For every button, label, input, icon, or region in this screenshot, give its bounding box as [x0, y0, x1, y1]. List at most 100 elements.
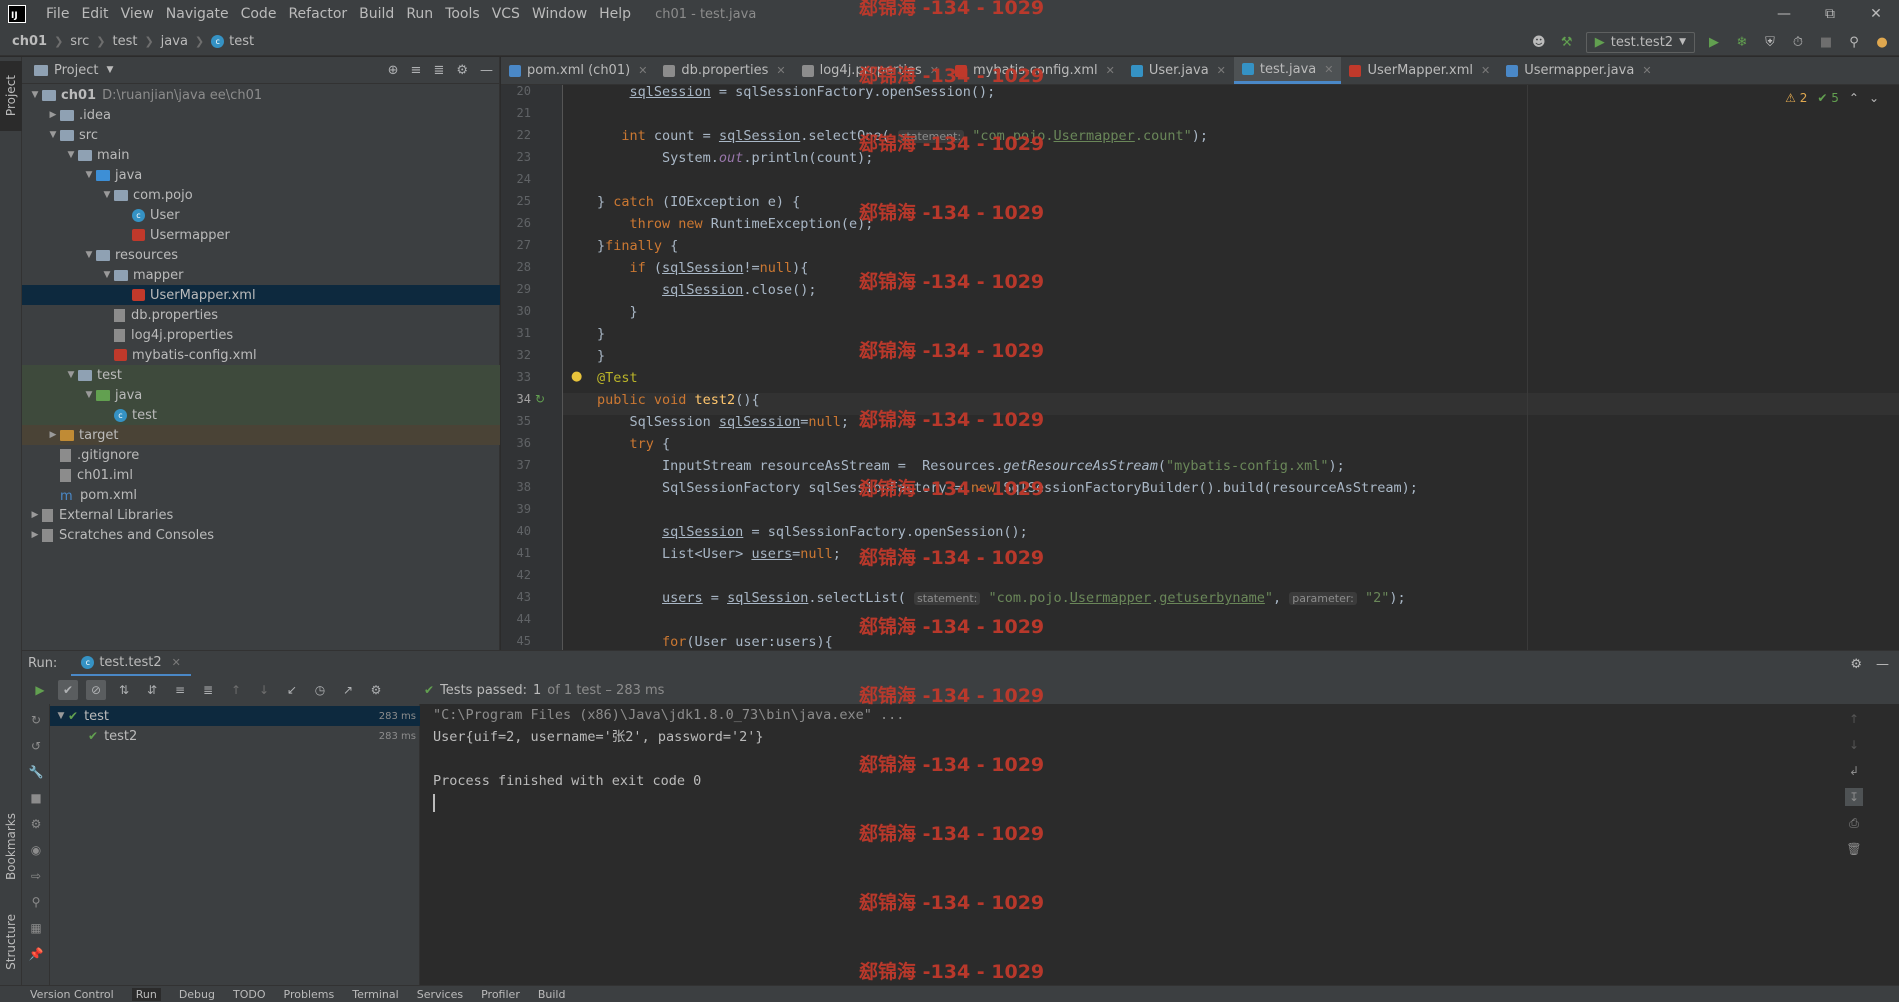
hammer-icon[interactable]: ⚒	[1558, 33, 1576, 51]
show-ignored-icon[interactable]: ⊘	[86, 680, 106, 700]
tool-services[interactable]: Services	[417, 988, 463, 1001]
scroll-to-end-icon[interactable]: ↧	[1845, 788, 1863, 806]
expand-all-icon[interactable]: ≡	[170, 680, 190, 700]
soft-wrap-icon[interactable]: ↲	[1845, 762, 1863, 780]
tree-item[interactable]: ▶ .idea	[22, 105, 500, 125]
chevron-down-icon[interactable]: ▼	[64, 150, 78, 160]
locate-icon[interactable]: ⊕	[388, 63, 399, 78]
test-tree-row-test2[interactable]: ✔ test2 283 ms	[50, 726, 420, 746]
import-tests-icon[interactable]: ↙	[282, 680, 302, 700]
code-editor[interactable]: 20 21 22 23 24 25 26 27 28 29 30 31 32 33 34 35 36 37 38 39…	[501, 85, 1899, 650]
editor-tab[interactable]: UserMapper.xml ✕	[1341, 57, 1498, 84]
trash-icon[interactable]: 🗑	[1845, 840, 1863, 858]
tree-item[interactable]: ▼ test	[22, 365, 500, 385]
run-configuration-select[interactable]: ▶ test.test2 ▼	[1585, 31, 1695, 53]
wrench-icon[interactable]: 🔧	[26, 762, 46, 782]
tree-item[interactable]: ▼ src	[22, 125, 500, 145]
rerun-icon[interactable]: ▶	[30, 680, 50, 700]
sort-duration-icon[interactable]: ⇵	[142, 680, 162, 700]
debug-icon[interactable]: ❄	[1733, 33, 1751, 51]
close-icon[interactable]: ✕	[638, 64, 647, 77]
tool-todo[interactable]: TODO	[233, 988, 266, 1001]
close-icon[interactable]: ✕	[1106, 64, 1115, 77]
hide-icon[interactable]: —	[480, 63, 493, 78]
search-icon[interactable]: ⚲	[1845, 33, 1863, 51]
print-icon[interactable]: ⎙	[1845, 814, 1863, 832]
tree-item[interactable]: m pom.xml	[22, 485, 500, 505]
menu-refactor[interactable]: Refactor	[282, 0, 353, 28]
breadcrumb-src[interactable]: src	[70, 34, 89, 49]
pin-icon[interactable]: 📌	[26, 944, 46, 964]
tree-item[interactable]: ▼ resources	[22, 245, 500, 265]
tree-item[interactable]: ▼ ch01 D:\ruanjian\java ee\ch01	[22, 85, 500, 105]
layout-icon[interactable]: ▦	[26, 918, 46, 938]
chevron-down-icon[interactable]: ▼	[28, 90, 42, 100]
editor-tab[interactable]: test.java ✕	[1233, 57, 1342, 84]
expand-all-icon[interactable]: ≡	[411, 63, 422, 78]
menu-code[interactable]: Code	[235, 0, 283, 28]
breadcrumb-java[interactable]: java	[161, 34, 188, 49]
tree-item[interactable]: mybatis-config.xml	[22, 345, 500, 365]
chevron-down-icon[interactable]: ▼	[82, 390, 96, 400]
menu-edit[interactable]: Edit	[75, 0, 114, 28]
tree-item[interactable]: Usermapper	[22, 225, 500, 245]
rerun-failed-icon[interactable]: ↻	[26, 710, 46, 730]
arrow-up-icon[interactable]: ↑	[1845, 710, 1863, 728]
menu-run[interactable]: Run	[400, 0, 439, 28]
breadcrumb-test[interactable]: test	[112, 34, 137, 49]
profile-icon[interactable]: ⏱	[1789, 33, 1807, 51]
chevron-down-icon[interactable]: ▼	[82, 170, 96, 180]
tool-problems[interactable]: Problems	[284, 988, 335, 1001]
menu-file[interactable]: File	[40, 0, 75, 28]
chevron-down-icon[interactable]: ▼	[106, 65, 113, 75]
project-tool-tab[interactable]: Project	[0, 61, 22, 131]
tool-version-control[interactable]: Version Control	[30, 988, 114, 1001]
tree-item[interactable]: ch01.iml	[22, 465, 500, 485]
coverage-icon[interactable]: ⛨	[1761, 33, 1779, 51]
tree-item[interactable]: UserMapper.xml	[22, 285, 500, 305]
chevron-down-icon[interactable]: ▼	[100, 270, 114, 280]
camera-icon[interactable]: ◉	[26, 840, 46, 860]
tool-run[interactable]: Run	[131, 987, 161, 1001]
arrow-down-icon[interactable]: ↓	[1845, 736, 1863, 754]
menu-vcs[interactable]: VCS	[486, 0, 526, 28]
show-passed-icon[interactable]: ✔	[58, 680, 78, 700]
export-icon[interactable]: ↗	[338, 680, 358, 700]
tree-item[interactable]: ▼ java	[22, 385, 500, 405]
chevron-down-icon[interactable]: ▼	[82, 250, 96, 260]
sort-alpha-icon[interactable]: ⇅	[114, 680, 134, 700]
chevron-right-icon[interactable]: ▶	[28, 530, 42, 540]
close-icon[interactable]: ✕	[776, 64, 785, 77]
toggle-auto-test-icon[interactable]: ↺	[26, 736, 46, 756]
search-icon[interactable]: ⚲	[26, 892, 46, 912]
structure-tool-tab[interactable]: Structure	[0, 902, 22, 982]
menu-build[interactable]: Build	[353, 0, 400, 28]
close-icon[interactable]: ✕	[1217, 64, 1226, 77]
breadcrumb-test-class[interactable]: test	[229, 34, 254, 49]
tool-debug[interactable]: Debug	[179, 988, 215, 1001]
login-icon[interactable]: ⇨	[26, 866, 46, 886]
tree-item[interactable]: ▶ External Libraries	[22, 505, 500, 525]
updates-icon[interactable]: ●	[1873, 33, 1891, 51]
gear-icon[interactable]: ⚙	[366, 680, 386, 700]
lightbulb-icon[interactable]: ●	[571, 369, 582, 384]
gear-icon[interactable]: ⚙	[456, 63, 468, 78]
tree-item[interactable]: ▼ com.pojo	[22, 185, 500, 205]
tree-item[interactable]: ▶ target	[22, 425, 500, 445]
tree-item[interactable]: c User	[22, 205, 500, 225]
tree-item[interactable]: ▼ java	[22, 165, 500, 185]
close-window-button[interactable]: ✕	[1853, 0, 1899, 28]
run-tab-test2[interactable]: c test.test2 ✕	[71, 651, 191, 677]
tree-item[interactable]: ▶ Scratches and Consoles	[22, 525, 500, 545]
tree-item[interactable]: ▼ main	[22, 145, 500, 165]
close-icon[interactable]: ✕	[1481, 64, 1490, 77]
tree-item[interactable]: ▼ mapper	[22, 265, 500, 285]
restore-button[interactable]: ⧉	[1807, 0, 1853, 28]
run-gutter-icon[interactable]: ↻	[535, 392, 545, 406]
collapse-all-icon[interactable]: ≣	[198, 680, 218, 700]
gear-icon[interactable]: ⚙	[1850, 657, 1862, 672]
chevron-down-icon[interactable]: ▼	[46, 130, 60, 140]
chevron-up-icon[interactable]: ⌃	[1849, 91, 1859, 105]
editor-tab[interactable]: Usermapper.java ✕	[1498, 57, 1659, 84]
editor-tab[interactable]: User.java ✕	[1123, 57, 1234, 84]
